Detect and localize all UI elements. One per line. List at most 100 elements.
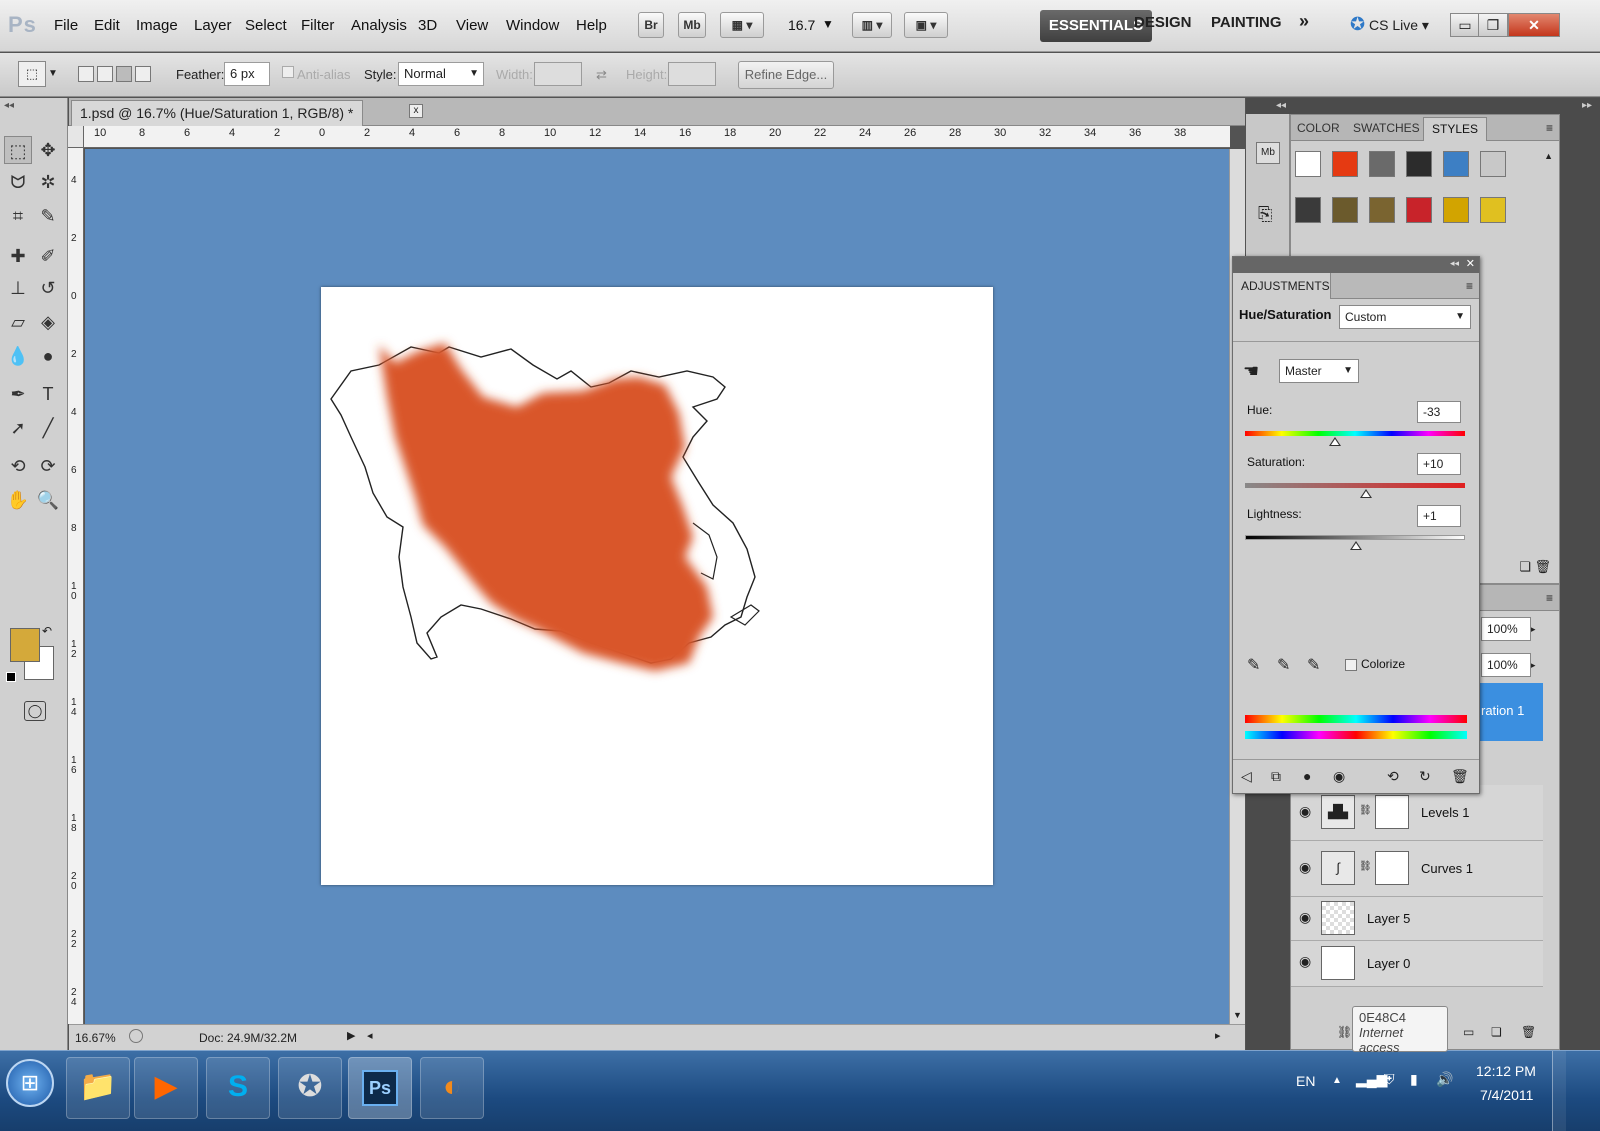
foreground-color-swatch[interactable] xyxy=(10,628,40,662)
collapse-icon[interactable]: ◂◂ xyxy=(4,100,14,111)
menu-3d[interactable]: 3D xyxy=(418,17,437,34)
layer-name[interactable]: Curves 1 xyxy=(1421,861,1473,876)
workspace-painting[interactable]: PAINTING xyxy=(1211,14,1282,31)
menu-image[interactable]: Image xyxy=(136,17,178,34)
status-menu-icon[interactable]: ▶ xyxy=(347,1029,355,1042)
close-icon[interactable]: ✕ xyxy=(1466,257,1475,270)
height-input[interactable] xyxy=(668,62,716,86)
clip-layer-icon[interactable]: ⧉ xyxy=(1271,768,1281,785)
intersect-selection-icon[interactable] xyxy=(135,66,151,82)
scroll-right-icon[interactable]: ▸ xyxy=(1215,1029,1221,1042)
layer-name[interactable]: Layer 0 xyxy=(1367,956,1410,971)
style-swatch[interactable] xyxy=(1443,197,1469,223)
menu-edit[interactable]: Edit xyxy=(94,17,120,34)
layer-name[interactable]: Levels 1 xyxy=(1421,805,1469,820)
healing-brush-tool-icon[interactable]: ✚ xyxy=(4,242,32,270)
tab-styles[interactable]: STYLES xyxy=(1423,117,1488,141)
canvas-workspace[interactable] xyxy=(85,149,1229,1024)
clock-date[interactable]: 7/4/2011 xyxy=(1480,1087,1533,1103)
document-canvas[interactable] xyxy=(321,287,993,885)
zoom-dropdown-icon[interactable]: ▼ xyxy=(822,17,834,31)
antialias-checkbox[interactable] xyxy=(282,66,294,78)
language-indicator[interactable]: EN xyxy=(1296,1073,1315,1089)
brush-tool-icon[interactable]: ✐ xyxy=(34,242,62,270)
menu-select[interactable]: Select xyxy=(245,17,287,34)
restore-button[interactable]: ❐ xyxy=(1478,13,1508,37)
cs-live-button[interactable]: ✪ CS Live ▾ xyxy=(1350,14,1429,35)
close-icon[interactable]: x xyxy=(409,104,423,118)
clone-stamp-tool-icon[interactable]: ⊥ xyxy=(4,274,32,302)
swap-colors-icon[interactable]: ↶ xyxy=(42,624,52,638)
info-icon[interactable] xyxy=(129,1029,143,1043)
hue-slider[interactable] xyxy=(1245,431,1465,436)
hue-input[interactable]: -33 xyxy=(1417,401,1461,423)
eyedropper-icon[interactable]: ✎ xyxy=(1247,655,1260,675)
new-group-icon[interactable]: ▭ xyxy=(1463,1025,1474,1039)
trash-icon[interactable]: 🗑 xyxy=(1451,768,1469,785)
style-swatch[interactable] xyxy=(1295,197,1321,223)
workspace-design[interactable]: DESIGN xyxy=(1134,14,1192,31)
scroll-down-icon[interactable]: ▼ xyxy=(1233,1010,1242,1020)
zoom-level[interactable]: 16.7 xyxy=(788,17,815,33)
layer-thumbnail[interactable] xyxy=(1321,901,1355,935)
feather-input[interactable]: 6 px xyxy=(224,62,270,86)
hue-slider-thumb[interactable] xyxy=(1328,437,1341,446)
clock-time[interactable]: 12:12 PM xyxy=(1476,1063,1536,1079)
explorer-taskbar-button[interactable]: 📁 xyxy=(66,1057,130,1119)
fill-input[interactable]: 100% xyxy=(1481,653,1531,677)
reset-icon[interactable]: ↻ xyxy=(1419,768,1431,785)
layer-mask-thumbnail[interactable] xyxy=(1375,795,1409,829)
layer-row[interactable]: ◉ ∫ ⛓ Curves 1 xyxy=(1291,841,1543,897)
start-button[interactable]: ⊞ xyxy=(6,1059,54,1107)
back-arrow-icon[interactable]: ◁ xyxy=(1241,768,1252,785)
fill-arrow-icon[interactable]: ▸ xyxy=(1531,653,1543,677)
collapse-panels-icon[interactable]: ◂◂ xyxy=(1276,100,1286,111)
tab-color[interactable]: COLOR xyxy=(1297,121,1340,135)
saturation-input[interactable]: +10 xyxy=(1417,453,1461,475)
swap-icon[interactable]: ⇄ xyxy=(596,67,607,83)
new-layer-icon[interactable]: ❏ xyxy=(1491,1025,1502,1039)
layer-thumbnail[interactable] xyxy=(1321,946,1355,980)
preset-dropdown-icon[interactable]: ▼ xyxy=(48,68,58,79)
path-selection-tool-icon[interactable]: ➚ xyxy=(4,414,32,442)
close-window-button[interactable]: ✕ xyxy=(1508,13,1560,37)
zoom-status[interactable]: 16.67% xyxy=(75,1031,116,1045)
hand-tool-icon[interactable]: ✋ xyxy=(4,486,32,514)
3d-rotate-tool-icon[interactable]: ⟲ xyxy=(4,452,32,480)
collapse-icon[interactable]: ◂◂ xyxy=(1450,258,1459,269)
safari-taskbar-button[interactable]: ✪ xyxy=(278,1057,342,1119)
channel-select[interactable]: Master ▼ xyxy=(1279,359,1359,383)
opacity-arrow-icon[interactable]: ▸ xyxy=(1531,617,1543,641)
crop-tool-icon[interactable]: ⌗ xyxy=(4,202,32,230)
adjustments-titlebar[interactable]: ◂◂ ✕ xyxy=(1233,257,1479,273)
menu-help[interactable]: Help xyxy=(576,17,607,34)
eye-icon[interactable]: ◉ xyxy=(1299,953,1311,970)
trash-icon[interactable]: 🗑 xyxy=(1534,559,1551,575)
new-style-icon[interactable]: ❏ xyxy=(1519,559,1531,575)
style-swatch[interactable] xyxy=(1480,197,1506,223)
magic-wand-tool-icon[interactable]: ✲ xyxy=(34,168,62,196)
add-selection-icon[interactable] xyxy=(97,66,113,82)
panel-menu-icon[interactable]: ≡ xyxy=(1466,279,1473,293)
history-icon[interactable]: ⎘ xyxy=(1258,204,1272,225)
bridge-button[interactable]: Br xyxy=(638,12,664,38)
refine-edge-button[interactable]: Refine Edge... xyxy=(738,61,834,89)
style-swatch[interactable] xyxy=(1406,151,1432,177)
arrange-documents-icon[interactable]: ▥ ▾ xyxy=(852,12,892,38)
menu-layer[interactable]: Layer xyxy=(194,17,232,34)
visibility-icon[interactable]: ◉ xyxy=(1333,768,1345,785)
layer-name[interactable]: Layer 5 xyxy=(1367,911,1410,926)
show-desktop-button[interactable] xyxy=(1552,1051,1566,1131)
scroll-up-icon[interactable]: ▲ xyxy=(1544,151,1553,161)
mini-bridge-icon[interactable]: Mb xyxy=(1256,142,1280,164)
eye-icon[interactable]: ◉ xyxy=(1299,859,1311,876)
opacity-input[interactable]: 100% xyxy=(1481,617,1531,641)
skype-taskbar-button[interactable]: S xyxy=(206,1057,270,1119)
mask-icon[interactable]: ● xyxy=(1303,768,1311,784)
layer-row[interactable]: ◉ Layer 0 xyxy=(1291,941,1543,987)
photoshop-taskbar-button[interactable]: Ps xyxy=(348,1057,412,1119)
ruler-origin[interactable] xyxy=(68,126,84,148)
eraser-tool-icon[interactable]: ▱ xyxy=(4,308,32,336)
previous-state-icon[interactable]: ⟲ xyxy=(1387,768,1399,785)
dodge-tool-icon[interactable]: ● xyxy=(34,342,62,370)
